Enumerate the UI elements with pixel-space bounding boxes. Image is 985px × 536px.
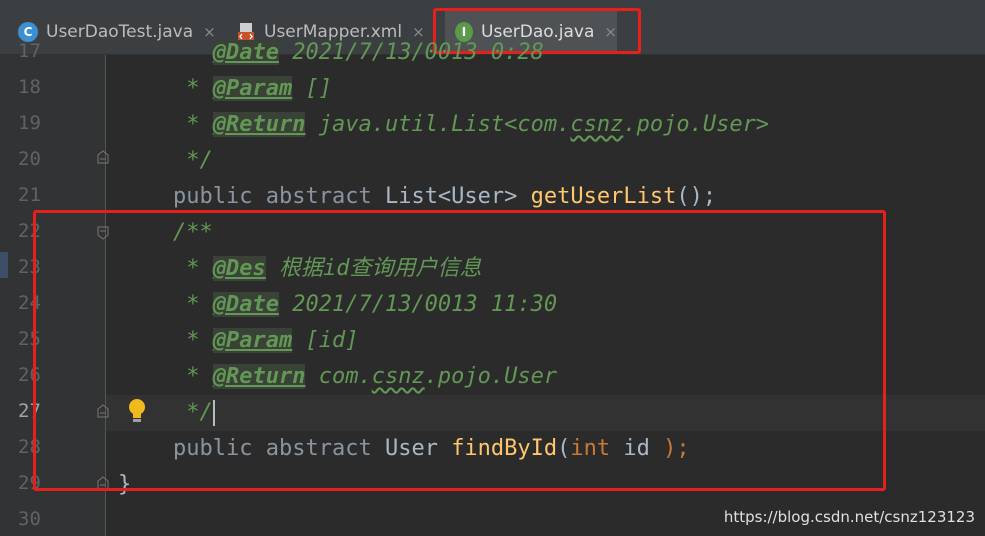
code-line-21: public abstract List<User> getUserList()… [173,184,717,209]
code-line-17: @Date 2021/7/13/0013 0:28 [212,40,544,65]
line-number: 22 [18,220,41,242]
line-number: 25 [18,328,41,350]
line-number: 18 [18,76,41,98]
code-line-18: * @Param [] [173,76,332,101]
line-number: 26 [18,364,41,386]
code-line-24: * @Date 2021/7/13/0013 11:30 [173,292,558,317]
watermark: https://blog.csdn.net/csnz123123 [723,508,975,526]
code-line-29: } [118,472,132,497]
line-number: 17 [18,40,41,62]
text-caret [212,400,215,426]
code-line-23: * @Des 根据id查询用户信息 [173,256,482,281]
fold-marker-icon[interactable] [97,476,109,490]
fold-marker-icon[interactable] [97,404,109,418]
line-number: 20 [18,148,41,170]
code-line-27: */ [173,400,215,426]
code-area[interactable]: @Date 2021/7/13/0013 0:28 * @Param [] * … [118,0,985,536]
line-number: 27 [18,400,41,422]
gutter-divider [105,55,106,536]
line-number: 30 [18,508,41,530]
code-line-20: */ [173,148,213,173]
lightbulb-icon[interactable] [127,398,147,424]
line-number: 19 [18,112,41,134]
code-line-26: * @Return com.csnz.pojo.User [173,364,558,389]
scroll-marker [0,252,8,278]
line-number: 28 [18,436,41,458]
class-icon: C [18,22,38,42]
fold-marker-icon[interactable] [97,226,109,240]
line-number-gutter [0,55,105,536]
line-number: 29 [18,472,41,494]
code-line-25: * @Param [id] [173,328,359,353]
fold-marker-icon[interactable] [97,150,109,164]
code-line-22: /** [173,220,213,245]
code-line-28: public abstract User findById(int id ); [173,436,690,461]
line-number: 24 [18,292,41,314]
code-line-19: * @Return java.util.List<com.csnz.pojo.U… [173,112,770,137]
line-number: 21 [18,184,41,206]
tab-label: UserDaoTest.java [46,22,194,42]
line-number: 23 [18,256,41,278]
